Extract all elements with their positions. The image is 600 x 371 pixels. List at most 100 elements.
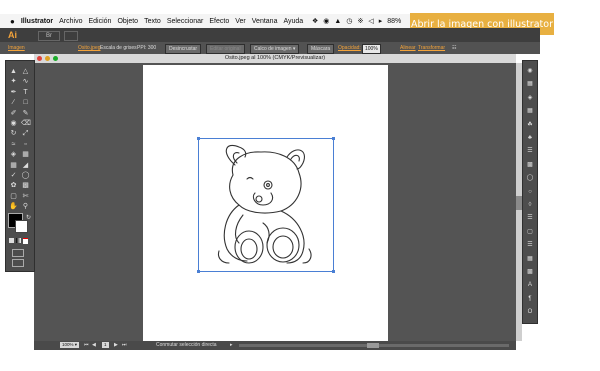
stroke-icon[interactable]: ☰ (526, 147, 534, 155)
menu-item-texto[interactable]: Texto (144, 18, 161, 25)
isolate-group-icon[interactable]: ☷ (452, 42, 456, 54)
menu-item-ver[interactable]: Ver (235, 18, 246, 25)
symbols-icon[interactable]: ♣ (526, 134, 534, 142)
opacity-input[interactable]: 100% (362, 44, 381, 54)
drawing-mode-icon[interactable] (12, 249, 24, 257)
edit-original-button[interactable]: Editar original (206, 44, 245, 54)
artboards-icon[interactable]: ▢ (526, 228, 534, 236)
character-icon[interactable]: A (526, 281, 534, 289)
pathfinder-icon[interactable]: ▩ (526, 268, 534, 276)
rectangle-icon[interactable]: □ (21, 98, 30, 107)
bridge-button[interactable]: Br (38, 31, 60, 41)
swatches-icon[interactable]: ▦ (526, 107, 534, 115)
line-icon[interactable]: ∕ (9, 98, 18, 107)
eyedropper-icon[interactable]: ✓ (9, 171, 18, 180)
previous-artboard-icon[interactable]: ◀ (92, 341, 96, 350)
none-mode-icon[interactable] (23, 238, 28, 244)
image-label[interactable]: Imagen (8, 42, 25, 54)
time-machine-icon[interactable]: ◷ (346, 17, 352, 25)
zoom-window-icon[interactable] (53, 56, 58, 61)
color-guide-icon[interactable]: ▦ (526, 80, 534, 88)
appearance-icon[interactable]: ○ (526, 188, 534, 196)
wifi-icon[interactable]: ◁ (368, 17, 373, 25)
apple-icon[interactable]: ● (10, 17, 15, 26)
minimize-window-icon[interactable] (45, 56, 50, 61)
mask-button[interactable]: Máscara (307, 44, 335, 54)
menu-item-seleccionar[interactable]: Seleccionar (167, 18, 204, 25)
last-artboard-icon[interactable]: ⏭ (122, 341, 127, 350)
menu-item-archivo[interactable]: Archivo (59, 18, 82, 25)
zoom-icon[interactable]: ⚲ (21, 202, 30, 211)
linked-file-name[interactable]: Osito.jpeg (78, 42, 101, 54)
transform-link[interactable]: Transformar (418, 42, 445, 54)
menu-item-illustrator[interactable]: Illustrator (21, 18, 53, 25)
shape-builder-icon[interactable]: ◈ (9, 150, 18, 159)
slice-icon[interactable]: ✄ (21, 192, 30, 201)
drive-icon[interactable]: ▲ (334, 18, 341, 25)
rotate-icon[interactable]: ↻ (9, 129, 18, 138)
direct-selection-icon[interactable]: △ (21, 67, 30, 76)
color-mode-icon[interactable] (9, 238, 14, 243)
selection-handle[interactable] (332, 137, 335, 140)
artboard-icon[interactable]: ▢ (9, 192, 18, 201)
kuler-icon[interactable]: ◈ (526, 94, 534, 102)
horizontal-scroll-thumb[interactable] (367, 343, 379, 348)
artboard-number-field[interactable]: 1 (102, 342, 109, 348)
selection-handle[interactable] (197, 137, 200, 140)
width-icon[interactable]: ≈ (9, 140, 18, 149)
swap-fill-stroke-icon[interactable]: ↻ (26, 214, 31, 221)
menu-item-ventana[interactable]: Ventana (252, 18, 278, 25)
gradient-mode-icon[interactable] (16, 238, 21, 243)
align-link[interactable]: Alinear (400, 42, 416, 54)
blend-icon[interactable]: ◯ (21, 171, 30, 180)
eraser-icon[interactable]: ⌫ (21, 119, 31, 128)
volume-icon[interactable]: ▸ (379, 17, 383, 25)
first-artboard-icon[interactable]: ⏮ (84, 341, 89, 350)
perspective-icon[interactable]: ▦ (21, 150, 30, 159)
unlink-button[interactable]: Desincrustar (165, 44, 202, 54)
symbol-sprayer-icon[interactable]: ✿ (9, 181, 18, 190)
graphic-styles-icon[interactable]: ◊ (526, 201, 534, 209)
hand-icon[interactable]: ✋ (9, 202, 18, 211)
paintbrush-icon[interactable]: ✐ (9, 109, 18, 118)
next-artboard-icon[interactable]: ▶ (114, 341, 118, 350)
align-icon[interactable]: ☰ (526, 241, 534, 249)
menu-item-objeto[interactable]: Objeto (117, 18, 138, 25)
selection-arrow-icon[interactable]: ▲ (9, 67, 18, 76)
brushes-icon[interactable]: ☘ (526, 121, 534, 129)
column-graph-icon[interactable]: ▩ (21, 181, 30, 190)
close-window-icon[interactable] (37, 56, 42, 61)
transparency-icon[interactable]: ◯ (526, 174, 534, 182)
status-menu-arrow-icon[interactable]: ▸ (230, 341, 233, 350)
type-icon[interactable]: T (21, 88, 30, 97)
selection-handle[interactable] (332, 270, 335, 273)
scale-icon[interactable]: ⤢ (21, 129, 30, 138)
mesh-icon[interactable]: ▦ (9, 161, 18, 170)
pen-icon[interactable]: ✒ (9, 88, 18, 97)
free-transform-icon[interactable]: ▫ (21, 140, 30, 149)
dropbox-icon[interactable]: ❖ (312, 17, 318, 25)
magic-wand-icon[interactable]: ✦ (9, 77, 18, 86)
dashboard-icon[interactable]: ◉ (323, 17, 329, 25)
transform-icon[interactable]: ▦ (526, 255, 534, 263)
layers-icon[interactable]: ☰ (526, 214, 534, 222)
selection-handle[interactable] (197, 270, 200, 273)
bluetooth-icon[interactable]: ※ (357, 17, 363, 25)
blob-brush-icon[interactable]: ◉ (9, 119, 18, 128)
color-icon[interactable]: ◉ (526, 67, 534, 75)
lasso-icon[interactable]: ∿ (21, 77, 30, 86)
zoom-level-field[interactable]: 100% ▾ (60, 342, 80, 348)
menu-item-edicion[interactable]: Edición (88, 18, 111, 25)
screen-mode-icon[interactable] (12, 259, 24, 267)
placed-image-bear[interactable] (197, 137, 335, 273)
paragraph-icon[interactable]: ¶ (526, 295, 534, 303)
stroke-swatch[interactable] (15, 220, 28, 233)
gradient-icon[interactable]: ▩ (526, 161, 534, 169)
arrange-documents-icon[interactable] (64, 31, 78, 41)
live-trace-dropdown[interactable]: Calco de imagen ▾ (250, 44, 300, 54)
menu-item-ayuda[interactable]: Ayuda (283, 18, 303, 25)
opentype-icon[interactable]: O (526, 308, 534, 316)
pencil-icon[interactable]: ✎ (21, 109, 30, 118)
document-tab[interactable]: Osito.jpeg al 100% (CMYK/Previsualizar) (34, 54, 516, 63)
gradient-icon[interactable]: ◢ (21, 161, 30, 170)
